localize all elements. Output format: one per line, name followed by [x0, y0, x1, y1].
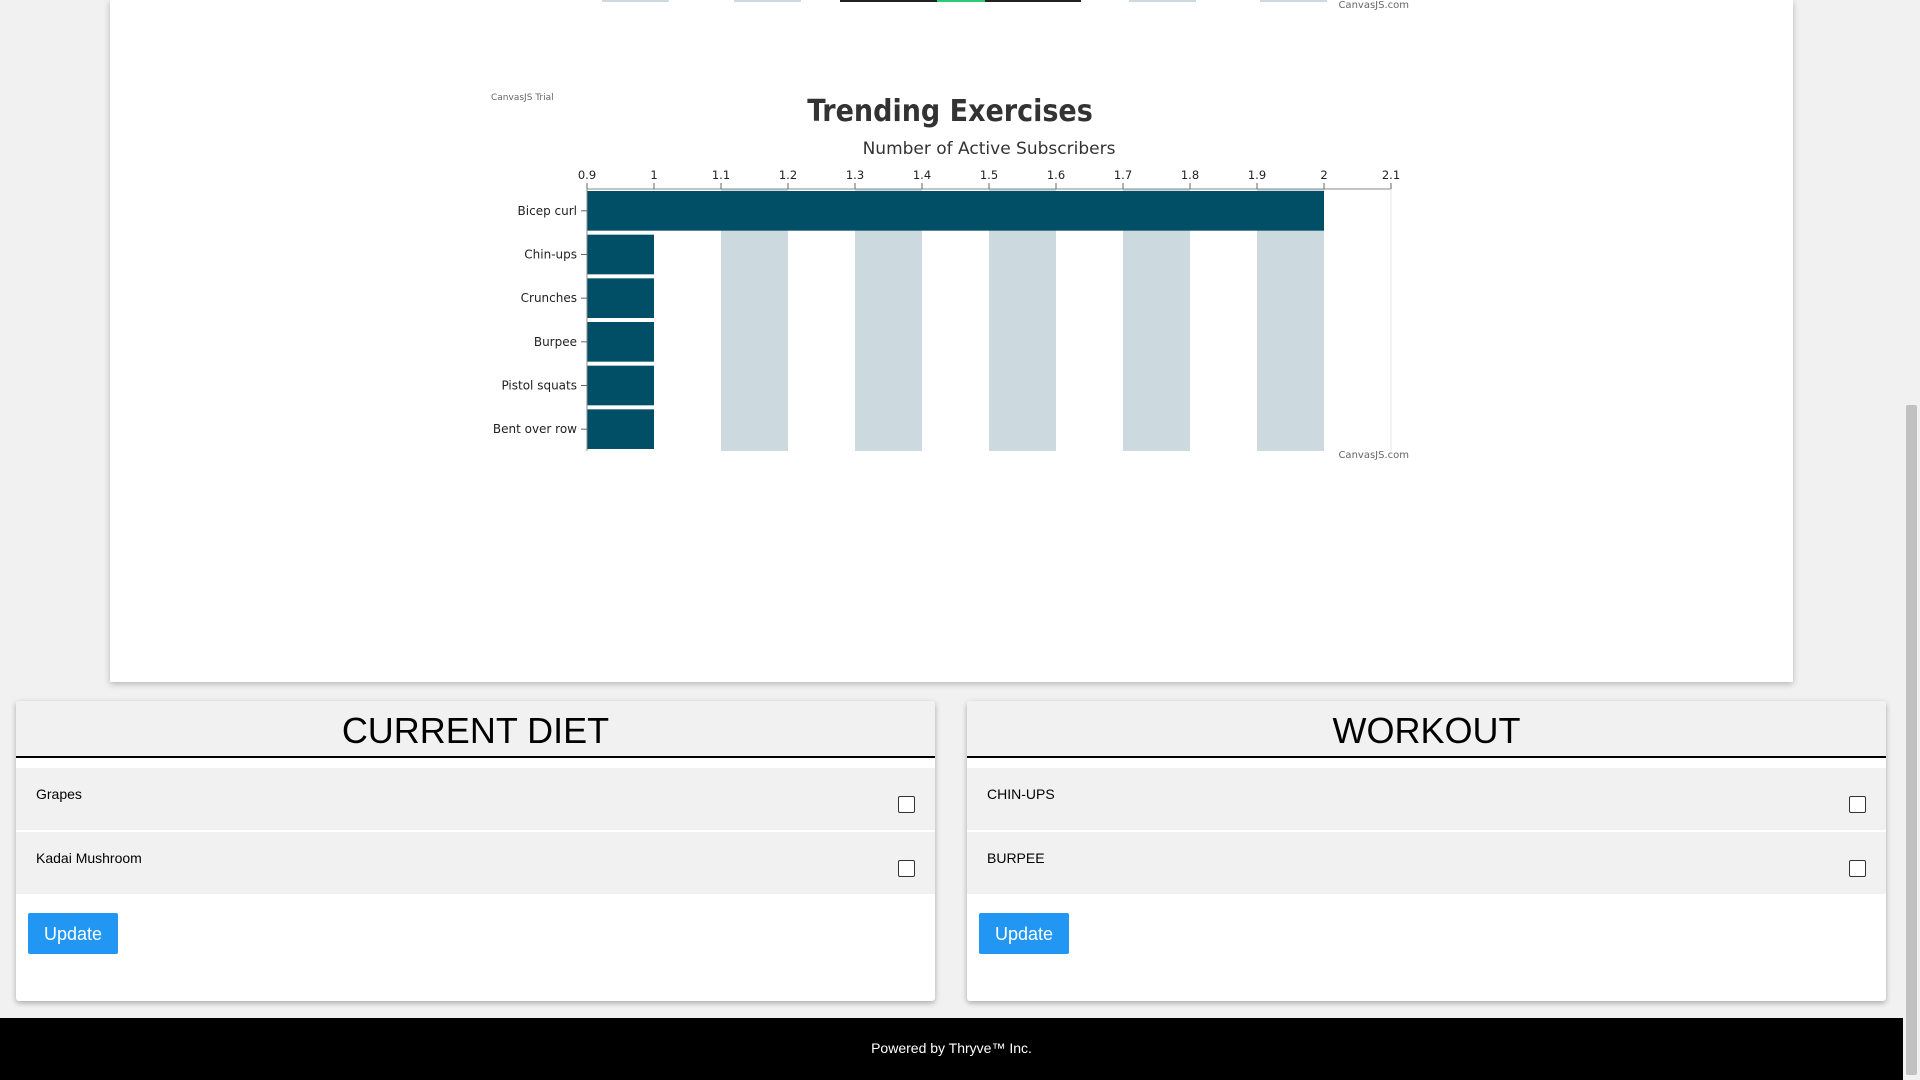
previous-chart-band: [734, 0, 801, 2]
chart-category-label: Bent over row: [493, 422, 577, 436]
diet-item: Kadai Mushroom: [16, 830, 935, 894]
page-scrollbar[interactable]: [1903, 0, 1920, 1080]
workout-item-checkbox[interactable]: [1849, 860, 1866, 877]
diet-item-label: Grapes: [36, 786, 82, 802]
chart-tick-label: 1.5: [980, 168, 998, 182]
previous-chart-credit[interactable]: CanvasJS.com: [1338, 0, 1409, 11]
chart-category-label: Chin-ups: [524, 248, 577, 262]
previous-chart-remnant: CanvasJS.com: [602, 0, 1409, 11]
chart-tick-label: 2: [1320, 168, 1327, 182]
diet-update-button[interactable]: Update: [28, 913, 118, 954]
trending-exercises-chart: CanvasJS.com CanvasJS Trial Trending Exe…: [491, 0, 1409, 461]
chart-tick-label: 1.6: [1047, 168, 1065, 182]
chart-tick-label: 1.1: [712, 168, 730, 182]
chart-tick-label: 1.3: [846, 168, 864, 182]
chart-category-label: Burpee: [534, 335, 577, 349]
current-diet-panel: CURRENT DIET Grapes Kadai Mushroom Updat…: [16, 701, 935, 1001]
chart-bar: [587, 322, 654, 362]
current-diet-title: CURRENT DIET: [16, 701, 935, 758]
chart-trial-label: CanvasJS Trial: [491, 93, 554, 103]
chart-category-label: Pistol squats: [501, 379, 577, 393]
chart-tick-label: 1.7: [1114, 168, 1132, 182]
chart-bar: [587, 278, 654, 318]
chart-tick-label: 1.8: [1181, 168, 1199, 182]
diet-item-checkbox[interactable]: [898, 796, 915, 813]
footer: Powered by Thryve™ Inc.: [0, 1018, 1903, 1080]
workout-item: BURPEE: [967, 830, 1886, 894]
chart-category-label: Bicep curl: [518, 204, 577, 218]
footer-text: Powered by Thryve™ Inc.: [871, 1040, 1032, 1056]
workout-item: CHIN-UPS: [967, 766, 1886, 830]
previous-chart-bar: [985, 0, 1081, 2]
workout-item-label: CHIN-UPS: [987, 786, 1055, 802]
workout-item-checkbox[interactable]: [1849, 796, 1866, 813]
workout-item-label: BURPEE: [987, 850, 1045, 866]
chart-card: CanvasJS.com CanvasJS Trial Trending Exe…: [110, 0, 1793, 682]
chart-bar: [587, 191, 1324, 231]
chart-title: Trending Exercises: [807, 94, 1093, 129]
chart-tick-label: 1: [650, 168, 657, 182]
chart-bar: [587, 409, 654, 449]
previous-chart-bar-highlight: [937, 0, 985, 2]
chart-bar: [587, 365, 654, 406]
chart-bar: [587, 234, 654, 275]
previous-chart-band: [1260, 0, 1327, 2]
scrollbar-thumb[interactable]: [1906, 405, 1917, 1075]
chart-category-label: Crunches: [521, 291, 577, 305]
chart-tick-label: 1.9: [1248, 168, 1266, 182]
workout-panel: WORKOUT CHIN-UPS BURPEE Update: [967, 701, 1886, 1001]
chart-tick-label: 0.9: [578, 168, 596, 182]
chart-axis-title: Number of Active Subscribers: [863, 139, 1116, 159]
diet-item: Grapes: [16, 766, 935, 830]
chart-category-labels: Bicep curl Chin-ups Crunches Burpee Pistol s…: [493, 204, 587, 436]
workout-update-button[interactable]: Update: [979, 913, 1069, 954]
chart-tick-label: 1.4: [913, 168, 931, 182]
diet-item-label: Kadai Mushroom: [36, 850, 142, 866]
workout-title: WORKOUT: [967, 701, 1886, 758]
chart-tick-label: 1.2: [779, 168, 797, 182]
chart-bars: [587, 191, 1324, 449]
chart-tick-label: 2.1: [1382, 168, 1400, 182]
page: CanvasJS.com CanvasJS Trial Trending Exe…: [0, 0, 1920, 1080]
chart-credit[interactable]: CanvasJS.com: [1338, 450, 1409, 461]
previous-chart-band: [602, 0, 669, 2]
previous-chart-bar: [840, 0, 940, 2]
previous-chart-band: [1129, 0, 1196, 2]
diet-item-checkbox[interactable]: [898, 860, 915, 877]
